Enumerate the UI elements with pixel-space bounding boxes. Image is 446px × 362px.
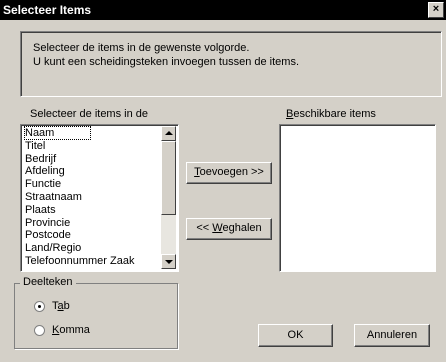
remove-button-prefix: << xyxy=(196,222,213,234)
right-list-label-text: eschikbare items xyxy=(293,108,376,120)
source-scrollbar[interactable] xyxy=(161,126,176,269)
ok-button[interactable]: OK xyxy=(258,324,333,347)
radio-komma-label[interactable]: Komma xyxy=(52,324,90,336)
add-button-label: oevoegen >> xyxy=(199,166,264,178)
remove-button-mnemonic: W xyxy=(212,222,223,234)
source-list-item[interactable]: Postcode xyxy=(25,229,71,241)
arrow-down-icon xyxy=(165,260,173,264)
close-icon: × xyxy=(432,3,440,15)
source-list-item[interactable]: Plaats xyxy=(25,204,56,216)
radio-tab-label[interactable]: Tab xyxy=(52,300,70,312)
source-list-item[interactable]: Functie xyxy=(25,178,61,190)
scroll-down-button[interactable] xyxy=(161,254,176,269)
source-list-item[interactable]: Straatnaam xyxy=(25,191,82,203)
scroll-up-button[interactable] xyxy=(161,126,176,141)
add-button[interactable]: Toevoegen >> xyxy=(186,162,272,184)
source-list-item[interactable]: Land/Regio xyxy=(25,242,81,254)
left-list-label: Selecteer de items in de xyxy=(30,108,149,120)
source-list-item[interactable]: Telefoonnummer Zaak xyxy=(25,255,134,267)
source-list-item[interactable]: Afdeling xyxy=(25,165,65,177)
radio-komma-label-post: omma xyxy=(59,324,90,336)
remove-button[interactable]: << Weghalen xyxy=(186,218,272,240)
source-list-item[interactable]: Provincie xyxy=(25,217,70,229)
remove-button-label: eghalen xyxy=(222,222,262,234)
delimiter-title: Deelteken xyxy=(20,276,76,288)
radio-tab[interactable] xyxy=(34,301,45,312)
delimiter-groupbox xyxy=(14,283,178,349)
radio-komma[interactable] xyxy=(34,325,45,336)
info-line-1: Selecteer de items in de gewenste volgor… xyxy=(33,42,250,54)
window-title: Selecteer Items xyxy=(3,3,92,17)
arrow-up-icon xyxy=(165,131,173,135)
radio-tab-label-post: b xyxy=(63,300,70,312)
scroll-thumb[interactable] xyxy=(161,141,176,215)
cancel-button[interactable]: Annuleren xyxy=(354,324,430,347)
target-listbox[interactable] xyxy=(279,124,436,272)
info-line-2: U kunt een scheidingsteken invoegen tuss… xyxy=(33,56,299,68)
source-list-item[interactable]: Naam xyxy=(23,126,92,140)
source-list-item[interactable]: Titel xyxy=(25,140,45,152)
right-list-label: Beschikbare items xyxy=(286,108,376,120)
title-bar: Selecteer Items × xyxy=(0,0,446,20)
info-panel: Selecteer de items in de gewenste volgor… xyxy=(20,31,442,97)
source-listbox[interactable]: Naam Titel Bedrijf Afdeling Functie Straatnaa… xyxy=(20,124,179,272)
source-list-item[interactable]: Bedrijf xyxy=(25,153,56,165)
close-button[interactable]: × xyxy=(428,2,444,18)
